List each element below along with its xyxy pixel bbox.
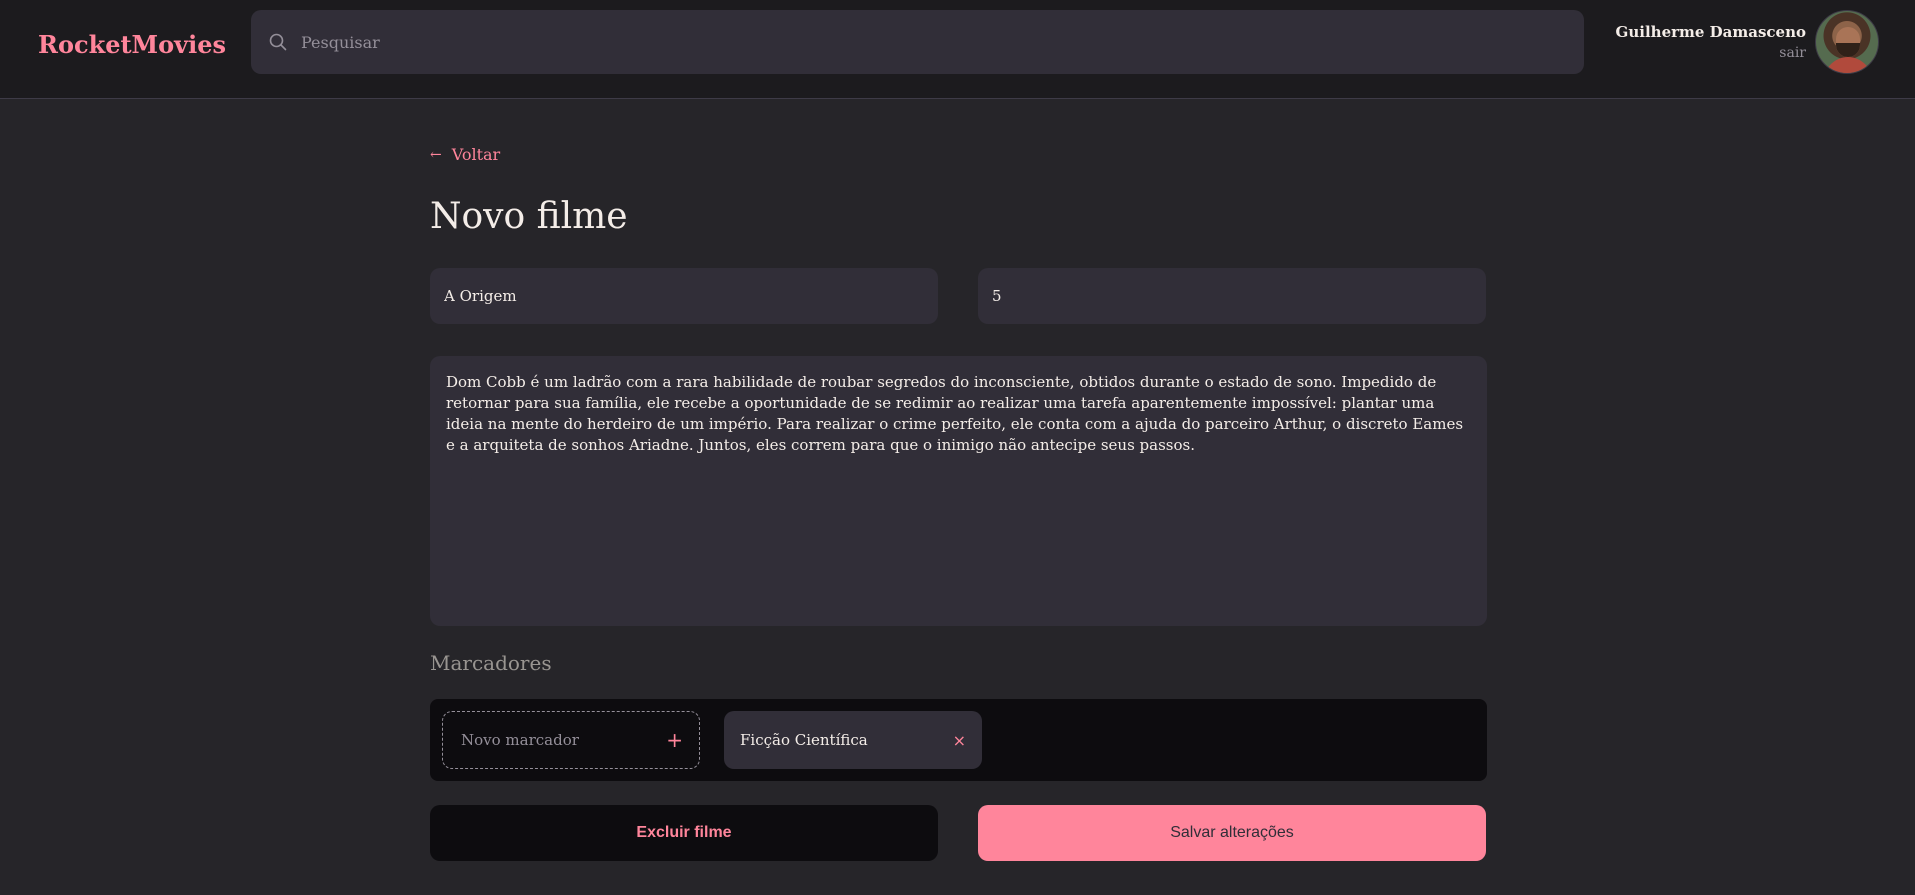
user-profile: Guilherme Damasceno sair xyxy=(1616,10,1879,74)
brand-logo[interactable]: RocketMovies xyxy=(38,30,226,59)
movie-title-field[interactable] xyxy=(430,268,938,324)
movie-rating-input[interactable] xyxy=(990,286,1486,306)
back-link[interactable]: ← Voltar xyxy=(430,145,500,164)
avatar[interactable] xyxy=(1815,10,1879,74)
plus-icon[interactable]: + xyxy=(666,728,683,752)
tag-item: Ficção Científica × xyxy=(724,711,982,769)
new-tag-input[interactable] xyxy=(459,730,639,750)
tags-section-label: Marcadores xyxy=(430,651,552,675)
search-icon xyxy=(269,33,287,51)
movie-description-textarea[interactable]: Dom Cobb é um ladrão com a rara habilida… xyxy=(430,356,1487,626)
save-changes-button[interactable]: Salvar alterações xyxy=(978,805,1486,861)
tags-container: + Ficção Científica × xyxy=(430,699,1487,781)
page-title: Novo filme xyxy=(430,196,628,237)
tag-item-label: Ficção Científica xyxy=(740,731,868,749)
back-label: Voltar xyxy=(451,145,501,164)
profile-text: Guilherme Damasceno sair xyxy=(1616,23,1806,61)
arrow-left-icon: ← xyxy=(430,146,442,163)
close-icon[interactable]: × xyxy=(953,731,966,750)
movie-title-input[interactable] xyxy=(442,286,938,306)
logout-link[interactable]: sair xyxy=(1616,45,1806,61)
movie-rating-field[interactable] xyxy=(978,268,1486,324)
app-header: RocketMovies Guilherme Damasceno sair xyxy=(0,0,1915,99)
new-tag-field[interactable]: + xyxy=(442,711,700,769)
delete-movie-button[interactable]: Excluir filme xyxy=(430,805,938,861)
user-name: Guilherme Damasceno xyxy=(1615,23,1806,41)
search-bar[interactable] xyxy=(251,10,1584,74)
search-input[interactable] xyxy=(299,31,1499,53)
